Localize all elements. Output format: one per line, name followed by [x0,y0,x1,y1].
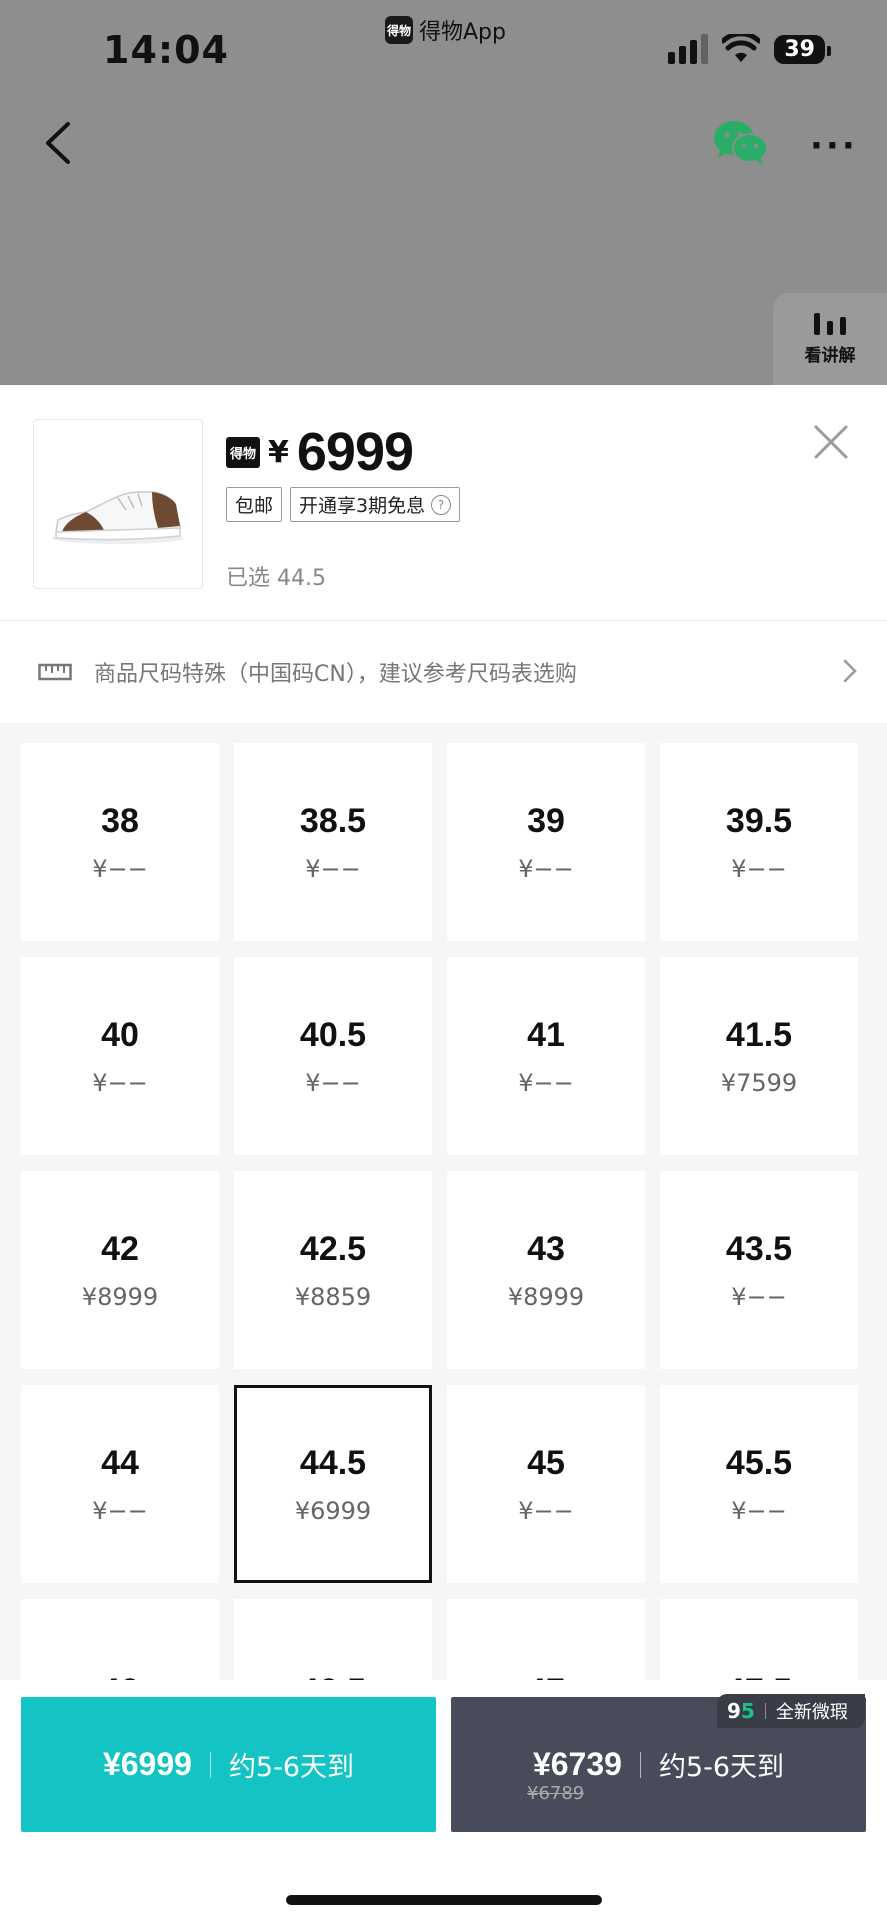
size-label: 39 [527,801,565,840]
size-label: 41.5 [725,1015,793,1054]
dewu-badge: 得物 [226,436,261,468]
size-option-42[interactable]: 42 ¥8999 [21,1171,219,1369]
size-price: ¥−− [92,1068,148,1097]
page-backdrop[interactable]: 14:04 得物 得物App 39 ··· 看讲解 [0,0,887,385]
minor-flaw-label: 全新微瑕 [775,1702,848,1723]
buy-new-price: ¥6999 [102,1746,192,1782]
size-label: 42.5 [299,1229,367,1268]
size-price: ¥−− [731,1282,787,1311]
size-chart-link[interactable]: 商品尺码特殊（中国码CN），建议参考尺码表选购 [0,621,887,723]
size-option-43[interactable]: 43 ¥8999 [447,1171,645,1369]
selected-size-text: 已选 44.5 [226,566,326,591]
size-option-45.5[interactable]: 45.5 ¥−− [660,1385,858,1583]
size-option-42.5[interactable]: 42.5 ¥8859 [234,1171,432,1369]
lecture-button[interactable]: 看讲解 [773,293,887,385]
size-label: 39.5 [725,801,793,840]
wifi-icon [722,34,761,62]
buy-new-button[interactable]: ¥6999 约5-6天到 [21,1697,436,1832]
battery-icon: 39 [774,34,831,64]
back-button[interactable] [38,118,78,168]
size-price: ¥−− [731,1496,787,1525]
chevron-right-icon [843,659,857,683]
size-price: ¥8999 [507,1282,585,1311]
size-label: 42 [101,1229,139,1268]
size-option-45[interactable]: 45 ¥−− [447,1385,645,1583]
bar-chart-icon [814,312,846,335]
home-indicator[interactable] [286,1895,602,1905]
buy-new-eta: 约5-6天到 [228,1752,355,1783]
size-option-44[interactable]: 44 ¥−− [21,1385,219,1583]
size-price: ¥−− [518,1496,574,1525]
size-label: 43.5 [725,1229,793,1268]
status-icons: 39 [668,34,831,64]
close-icon[interactable] [812,423,850,461]
size-label: 45.5 [725,1443,793,1482]
size-label: 44.5 [299,1443,367,1482]
lecture-label: 看讲解 [804,345,856,366]
sneaker-image [52,491,184,544]
size-label: 45 [527,1443,565,1482]
size-option-43.5[interactable]: 43.5 ¥−− [660,1171,858,1369]
size-price: ¥−− [731,854,787,883]
size-option-41.5[interactable]: 41.5 ¥7599 [660,957,858,1155]
app-indicator: 得物 得物App [385,14,506,46]
app-name: 得物App [419,20,506,45]
size-price: ¥−− [92,1496,148,1525]
installment-label: 开通享3期免息 [299,495,426,517]
product-thumbnail[interactable] [33,419,203,589]
wechat-share-icon[interactable] [712,118,768,166]
size-label: 38.5 [299,801,367,840]
size-price: ¥8999 [81,1282,159,1311]
size-grid: 38 ¥−− 38.5 ¥−− 39 ¥−− 39.5 ¥−− 40 ¥−− 40.5 ¥−− 41 ¥−… [21,743,858,1797]
installment-tag[interactable]: 开通享3期免息 ? [290,487,461,522]
price-row: 得物 ¥ 6999 [226,421,414,483]
size-label: 38 [101,801,139,840]
currency-symbol: ¥ [268,434,289,470]
95-logo-icon: 95 [727,1699,755,1723]
free-shipping-tag: 包邮 [226,487,283,522]
size-price: ¥−− [518,1068,574,1097]
original-price: ¥6789 [527,1783,585,1804]
size-price: ¥−− [92,854,148,883]
size-tip-text: 商品尺码特殊（中国码CN），建议参考尺码表选购 [94,662,577,687]
size-label: 44 [101,1443,139,1482]
more-options-button[interactable]: ··· [810,126,858,166]
separator [639,1751,641,1778]
size-price: ¥7599 [720,1068,798,1097]
size-option-44.5[interactable]: 44.5 ¥6999 [234,1385,432,1583]
size-label: 41 [527,1015,565,1054]
separator [764,1703,766,1719]
size-price: ¥8859 [294,1282,372,1311]
size-label: 43 [527,1229,565,1268]
size-label: 40.5 [299,1015,367,1054]
size-option-38[interactable]: 38 ¥−− [21,743,219,941]
status-time: 14:04 [103,28,229,72]
size-price: ¥−− [305,854,361,883]
ruler-icon [38,663,72,681]
size-price: ¥−− [518,854,574,883]
size-option-38.5[interactable]: 38.5 ¥−− [234,743,432,941]
separator [209,1751,211,1778]
size-label: 40 [101,1015,139,1054]
dewu-logo-icon: 得物 [385,16,413,44]
product-price: 6999 [296,422,414,482]
size-price: ¥6999 [294,1496,372,1525]
help-icon[interactable]: ? [431,494,452,515]
size-option-40[interactable]: 40 ¥−− [21,957,219,1155]
cellular-signal-icon [668,34,709,64]
minor-flaw-badge: 95 全新微瑕 [717,1694,865,1728]
buy-preowned-price: ¥6739 [532,1746,622,1782]
tag-row: 包邮 开通享3期免息 ? [226,487,461,522]
size-option-41[interactable]: 41 ¥−− [447,957,645,1155]
size-option-39.5[interactable]: 39.5 ¥−− [660,743,858,941]
buy-preowned-eta: 约5-6天到 [658,1752,785,1783]
size-option-39[interactable]: 39 ¥−− [447,743,645,941]
size-option-40.5[interactable]: 40.5 ¥−− [234,957,432,1155]
size-price: ¥−− [305,1068,361,1097]
